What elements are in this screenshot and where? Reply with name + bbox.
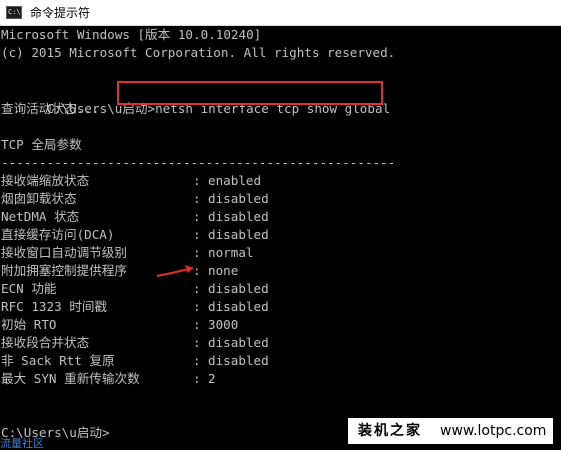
- param-value: 2: [208, 371, 216, 386]
- param-value: disabled: [208, 335, 269, 350]
- param-value: disabled: [208, 353, 269, 368]
- console-output[interactable]: Microsoft Windows [版本 10.0.10240] (c) 20…: [0, 26, 561, 450]
- param-value: disabled: [208, 299, 269, 314]
- param-label: 烟囱卸载状态: [1, 191, 77, 206]
- param-value: normal: [208, 245, 254, 260]
- command-prompt-window: C:\ 命令提示符 Microsoft Windows [版本 10.0.102…: [0, 0, 561, 450]
- param-label: 直接缓存访问(DCA): [1, 227, 115, 242]
- param-row: 接收窗口自动调节级别 : normal: [1, 244, 561, 262]
- param-label: NetDMA 状态: [1, 209, 80, 224]
- param-value: 3000: [208, 317, 239, 332]
- param-separator: :: [193, 209, 201, 224]
- copyright-line: (c) 2015 Microsoft Corporation. All righ…: [1, 45, 396, 60]
- param-separator: :: [193, 371, 201, 386]
- param-label: 最大 SYN 重新传输次数: [1, 371, 140, 386]
- param-separator: :: [193, 353, 201, 368]
- title-bar[interactable]: C:\ 命令提示符: [0, 0, 561, 26]
- param-label: 接收端缩放状态: [1, 173, 90, 188]
- param-separator: :: [193, 317, 201, 332]
- section-title: TCP 全局参数: [1, 137, 82, 152]
- param-label: 非 Sack Rtt 复原: [1, 353, 115, 368]
- param-row: 接收段合并状态 : disabled: [1, 334, 561, 352]
- param-value: disabled: [208, 281, 269, 296]
- param-separator: :: [193, 299, 201, 314]
- param-row: RFC 1323 时间戳 : disabled: [1, 298, 561, 316]
- param-value: disabled: [208, 209, 269, 224]
- param-row: 最大 SYN 重新传输次数 : 2: [1, 370, 561, 388]
- param-label: 初始 RTO: [1, 317, 57, 332]
- param-separator: :: [193, 191, 201, 206]
- arrow-icon: [156, 265, 194, 277]
- querying-line: 查询活动状态...: [1, 101, 100, 116]
- param-label: ECN 功能: [1, 281, 57, 296]
- version-line: Microsoft Windows [版本 10.0.10240]: [1, 27, 262, 42]
- param-row: NetDMA 状态 : disabled: [1, 208, 561, 226]
- param-separator: :: [193, 335, 201, 350]
- param-label: 接收段合并状态: [1, 335, 90, 350]
- param-label: RFC 1323 时间戳: [1, 299, 108, 314]
- param-row: 非 Sack Rtt 复原 : disabled: [1, 352, 561, 370]
- param-value: enabled: [208, 173, 262, 188]
- window-title: 命令提示符: [30, 6, 91, 20]
- param-value: disabled: [208, 227, 269, 242]
- param-separator: :: [193, 227, 201, 242]
- watermark: 装机之家 www.lotpc.com: [348, 418, 553, 444]
- param-label: 附加拥塞控制提供程序: [1, 263, 127, 278]
- command-highlight-box: [117, 81, 383, 105]
- param-row: 烟囱卸载状态 : disabled: [1, 190, 561, 208]
- param-value: disabled: [208, 191, 269, 206]
- watermark-brand: 装机之家: [358, 423, 422, 439]
- param-separator: :: [193, 173, 201, 188]
- watermark-url: www.lotpc.com: [440, 423, 547, 439]
- divider-line: ----------------------------------------…: [1, 155, 396, 170]
- param-value: none: [208, 263, 239, 278]
- param-separator: :: [193, 245, 201, 260]
- corner-link[interactable]: 流量社区: [0, 438, 44, 450]
- param-row: ECN 功能 : disabled: [1, 280, 561, 298]
- param-row: 附加拥塞控制提供程序 : none: [1, 262, 561, 280]
- cmd-icon: C:\: [6, 6, 22, 19]
- param-label: 接收窗口自动调节级别: [1, 245, 127, 260]
- param-row: 直接缓存访问(DCA) : disabled: [1, 226, 561, 244]
- param-row: 初始 RTO : 3000: [1, 316, 561, 334]
- param-row: 接收端缩放状态 : enabled: [1, 172, 561, 190]
